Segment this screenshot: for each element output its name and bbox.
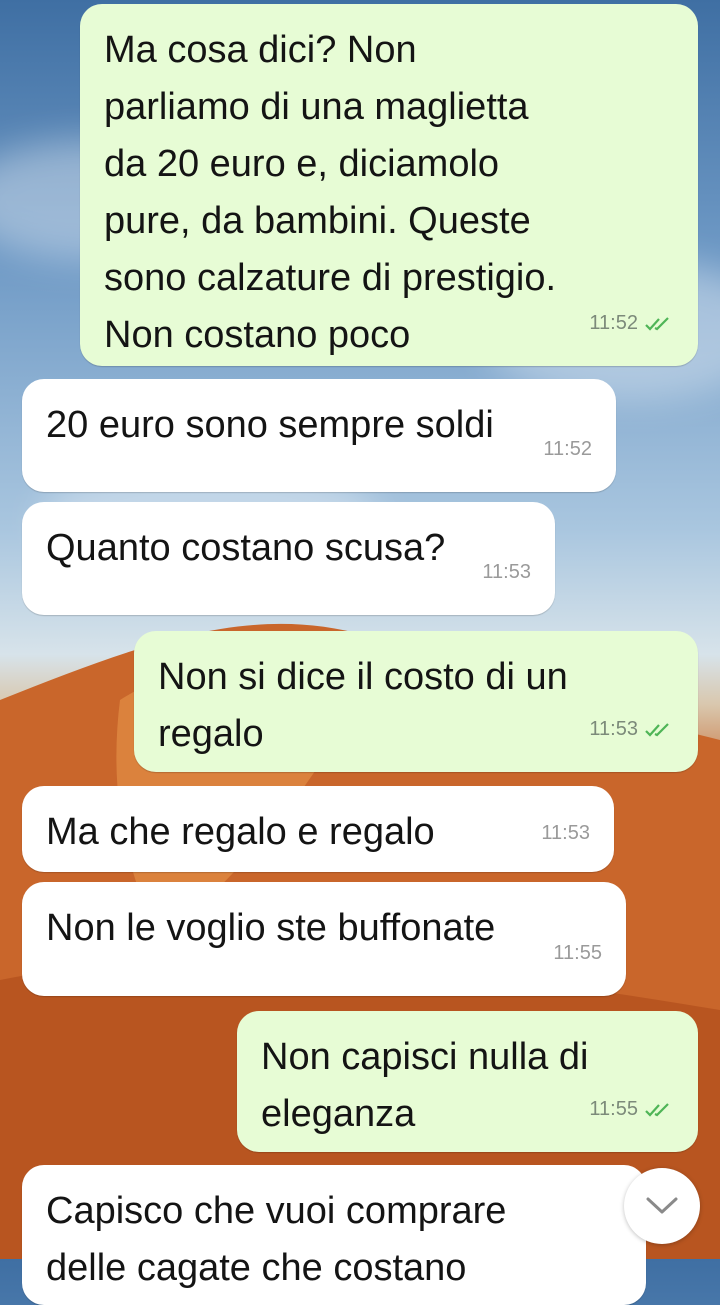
message-incoming[interactable]: Quanto costano scusa? 11:53 (22, 502, 555, 615)
message-incoming[interactable]: 20 euro sono sempre soldi 11:52 (22, 379, 616, 492)
double-check-icon (645, 316, 669, 331)
double-check-icon (645, 722, 669, 737)
message-incoming[interactable]: Capisco che vuoi comprare delle cagate c… (22, 1165, 646, 1305)
message-text: Non le voglio ste buffonate (46, 907, 496, 949)
message-outgoing[interactable]: Non si dice il costo di un regalo 11:53 (134, 631, 698, 772)
message-text: Ma che regalo e regalo (46, 811, 435, 853)
message-outgoing[interactable]: Non capisci nulla di eleganza 11:55 (237, 1011, 698, 1152)
message-outgoing[interactable]: Ma cosa dici? Non parliamo di una maglie… (80, 4, 698, 366)
message-text: Quanto costano scusa? (46, 527, 446, 569)
message-meta: 11:53 (541, 805, 590, 862)
chevron-down-icon (646, 1197, 678, 1214)
message-time: 11:55 (553, 942, 602, 964)
message-incoming[interactable]: Ma che regalo e regalo 11:53 (22, 786, 614, 872)
message-meta: 11:53 (482, 544, 531, 601)
message-time: 11:52 (589, 312, 638, 334)
message-meta: 11:55 (553, 925, 602, 982)
message-incoming[interactable]: Non le voglio ste buffonate 11:55 (22, 882, 626, 996)
scroll-to-bottom-button[interactable] (624, 1168, 700, 1244)
double-check-icon (645, 1102, 669, 1117)
message-time: 11:53 (482, 561, 531, 583)
message-time: 11:55 (589, 1098, 638, 1120)
message-meta: 11:55 (589, 1081, 674, 1138)
message-time: 11:53 (541, 822, 590, 844)
message-meta: 11:53 (589, 701, 674, 758)
message-text: 20 euro sono sempre soldi (46, 404, 494, 446)
message-meta: 11:52 (543, 421, 592, 478)
message-list[interactable]: Ma cosa dici? Non parliamo di una maglie… (0, 0, 720, 1305)
message-time: 11:53 (589, 718, 638, 740)
message-meta: 11:52 (589, 295, 674, 352)
message-time: 11:52 (543, 438, 592, 460)
message-text: Capisco che vuoi comprare delle cagate c… (46, 1190, 507, 1289)
